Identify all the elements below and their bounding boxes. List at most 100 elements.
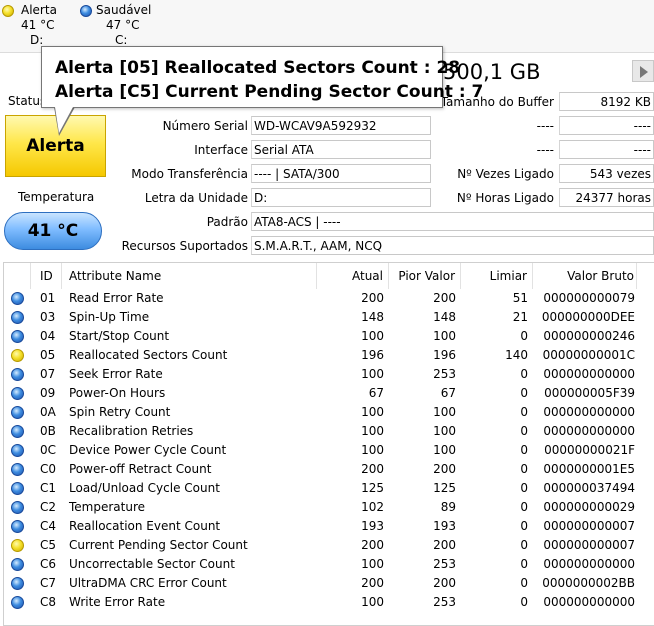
interface-label: Interface xyxy=(194,143,248,157)
status-healthy-icon xyxy=(11,387,24,400)
next-disk-button[interactable] xyxy=(632,60,654,82)
cell-attribute-name: Load/Unload Cycle Count xyxy=(69,481,220,495)
status-healthy-icon xyxy=(11,501,24,514)
temperature-badge[interactable]: 41 °C xyxy=(4,212,102,250)
cell-current: 100 xyxy=(361,405,384,419)
cell-current: 200 xyxy=(361,462,384,476)
status-healthy-icon xyxy=(11,311,24,324)
cell-raw-value: 000000000029 xyxy=(543,500,635,514)
buffer-size-field: 8192 KB xyxy=(559,92,654,111)
table-row[interactable]: C2 Temperature 102 89 0 000000000029 xyxy=(4,498,654,517)
serial-field: WD-WCAV9A592932 xyxy=(251,116,431,135)
cell-current: 100 xyxy=(361,424,384,438)
cell-threshold: 0 xyxy=(520,481,528,495)
power-on-count-label: Nº Vezes Ligado xyxy=(457,167,554,181)
cell-worst: 253 xyxy=(433,595,456,609)
status-healthy-icon xyxy=(11,444,24,457)
header-id[interactable]: ID xyxy=(31,263,62,289)
cell-id: 01 xyxy=(40,291,56,305)
cell-id: C6 xyxy=(40,557,57,571)
cell-threshold: 0 xyxy=(520,538,528,552)
table-row[interactable]: C8 Write Error Rate 100 253 0 000000000000 xyxy=(4,593,654,612)
drive-button-d[interactable]: Alerta 41 °C D: xyxy=(0,0,70,52)
blank-label-1: ---- xyxy=(536,119,554,133)
header-status-column[interactable] xyxy=(4,263,31,289)
header-attribute-name[interactable]: Attribute Name xyxy=(62,263,317,289)
table-row[interactable]: 07 Seek Error Rate 100 253 0 000000000000 xyxy=(4,365,654,384)
cell-current: 148 xyxy=(361,310,384,324)
cell-raw-value: 000000000000 xyxy=(543,557,635,571)
cell-worst: 125 xyxy=(433,481,456,495)
cell-worst: 200 xyxy=(433,576,456,590)
table-row[interactable]: C1 Load/Unload Cycle Count 125 125 0 00000003… xyxy=(4,479,654,498)
cell-raw-value: 000000000000 xyxy=(543,595,635,609)
cell-worst: 196 xyxy=(433,348,456,362)
cell-raw-value: 000000000007 xyxy=(543,538,635,552)
table-row[interactable]: 04 Start/Stop Count 100 100 0 000000000246 xyxy=(4,327,654,346)
standard-field: ATA8-ACS | ---- xyxy=(251,212,654,231)
status-healthy-icon xyxy=(11,558,24,571)
cell-current: 100 xyxy=(361,595,384,609)
tooltip-line-1: Alerta [05] Reallocated Sectors Count : … xyxy=(55,58,461,78)
table-row[interactable]: C7 UltraDMA CRC Error Count 200 200 0 0000000… xyxy=(4,574,654,593)
cell-current: 193 xyxy=(361,519,384,533)
blank-field-2: ---- xyxy=(559,140,654,159)
cell-id: 09 xyxy=(40,386,56,400)
serial-label: Número Serial xyxy=(162,119,248,133)
cell-raw-value: 00000000021F xyxy=(544,443,635,457)
table-row[interactable]: 0B Recalibration Retries 100 100 0 0000000000… xyxy=(4,422,654,441)
cell-worst: 253 xyxy=(433,367,456,381)
table-row[interactable]: 01 Read Error Rate 200 200 51 000000000079 xyxy=(4,289,654,308)
cell-attribute-name: UltraDMA CRC Error Count xyxy=(69,576,227,590)
drive-status: Alerta xyxy=(21,3,57,17)
header-threshold[interactable]: Limiar xyxy=(461,263,533,289)
table-row[interactable]: C5 Current Pending Sector Count 200 200 0 000… xyxy=(4,536,654,555)
table-row[interactable]: 09 Power-On Hours 67 67 0 000000005F39 xyxy=(4,384,654,403)
header-worst[interactable]: Pior Valor xyxy=(389,263,461,289)
cell-current: 125 xyxy=(361,481,384,495)
drive-letter: C: xyxy=(115,33,128,47)
blank-field-1: ---- xyxy=(559,116,654,135)
cell-worst: 89 xyxy=(440,500,456,514)
header-current[interactable]: Atual xyxy=(317,263,389,289)
cell-threshold: 0 xyxy=(520,329,528,343)
table-row[interactable]: 05 Reallocated Sectors Count 196 196 140 0000… xyxy=(4,346,654,365)
cell-worst: 253 xyxy=(433,557,456,571)
cell-attribute-name: Current Pending Sector Count xyxy=(69,538,248,552)
status-healthy-icon xyxy=(11,292,24,305)
cell-worst: 67 xyxy=(440,386,456,400)
cell-threshold: 0 xyxy=(520,367,528,381)
drive-button-c[interactable]: Saudável 47 °C C: xyxy=(78,0,158,52)
status-alert-icon xyxy=(2,5,14,17)
status-healthy-icon xyxy=(11,463,24,476)
smart-attributes-table[interactable]: ID Attribute Name Atual Pior Valor Limia… xyxy=(3,262,654,626)
cell-current: 200 xyxy=(361,291,384,305)
cell-worst: 100 xyxy=(433,405,456,419)
cell-threshold: 0 xyxy=(520,519,528,533)
cell-attribute-name: Power-On Hours xyxy=(69,386,166,400)
table-row[interactable]: C6 Uncorrectable Sector Count 100 253 0 00000… xyxy=(4,555,654,574)
cell-raw-value: 0000000001E5 xyxy=(543,462,635,476)
table-row[interactable]: 0C Device Power Cycle Count 100 100 0 0000000… xyxy=(4,441,654,460)
cell-id: 0B xyxy=(40,424,56,438)
table-row[interactable]: 0A Spin Retry Count 100 100 0 000000000000 xyxy=(4,403,654,422)
tooltip-line-2: Alerta [C5] Current Pending Sector Count… xyxy=(55,82,484,102)
cell-id: 07 xyxy=(40,367,56,381)
cell-raw-value: 000000000000 xyxy=(543,367,635,381)
cell-current: 100 xyxy=(361,329,384,343)
cell-raw-value: 000000037494 xyxy=(543,481,635,495)
cell-threshold: 21 xyxy=(512,310,528,324)
status-healthy-icon xyxy=(11,577,24,590)
status-healthy-icon xyxy=(11,406,24,419)
cell-id: 0A xyxy=(40,405,56,419)
header-raw-value[interactable]: Valor Bruto xyxy=(533,263,637,289)
table-row[interactable]: 03 Spin-Up Time 148 148 21 000000000DEE xyxy=(4,308,654,327)
table-row[interactable]: C4 Reallocation Event Count 193 193 0 0000000… xyxy=(4,517,654,536)
cell-threshold: 0 xyxy=(520,386,528,400)
table-row[interactable]: C0 Power-off Retract Count 200 200 0 00000000… xyxy=(4,460,654,479)
cell-worst: 200 xyxy=(433,538,456,552)
cell-id: C7 xyxy=(40,576,57,590)
power-on-hours-field: 24377 horas xyxy=(559,188,654,207)
cell-attribute-name: Reallocation Event Count xyxy=(69,519,221,533)
cell-worst: 100 xyxy=(433,424,456,438)
